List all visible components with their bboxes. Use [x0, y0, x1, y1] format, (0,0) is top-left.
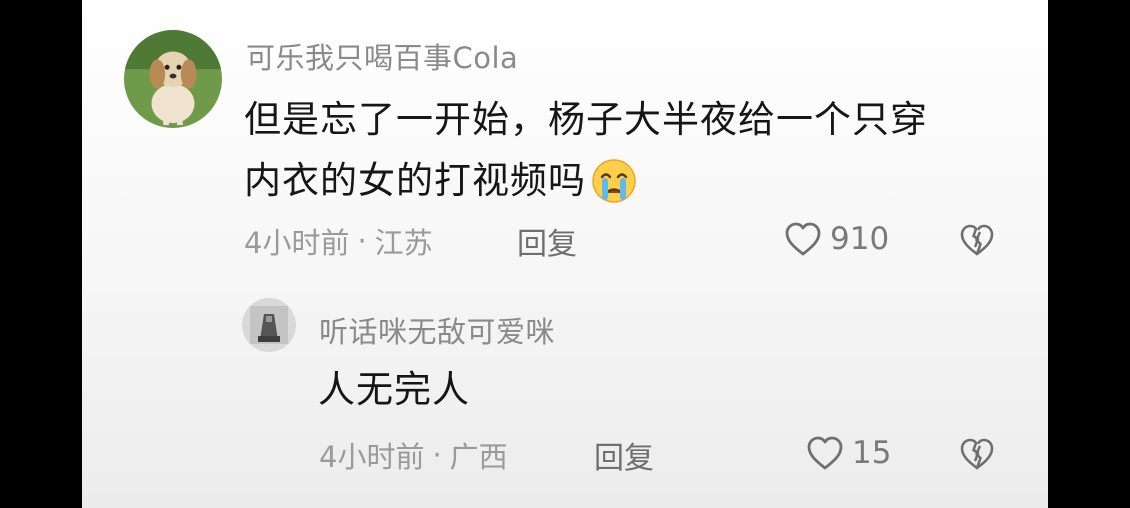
heart-outline-icon	[782, 218, 824, 260]
comment-text-line2-label: 内衣的女的打视频吗	[244, 159, 586, 202]
heart-outline-icon	[804, 432, 846, 474]
reply-avatar-photo	[242, 298, 296, 352]
reply-username[interactable]: 听话咪无敌可爱咪	[319, 309, 555, 351]
reply-like-count: 15	[852, 435, 892, 471]
reply-button[interactable]: 回复	[517, 219, 577, 263]
like-count: 910	[830, 221, 890, 257]
meta-separator: ·	[432, 438, 442, 472]
meta-separator: ·	[357, 224, 367, 258]
reply-meta: 4小时前 · 广西	[319, 434, 508, 476]
comment-meta: 4小时前 · 江苏	[244, 220, 433, 262]
reply-time: 4小时前	[319, 440, 425, 474]
avatar[interactable]	[124, 30, 222, 128]
comment-panel: 可乐我只喝百事Cola 但是忘了一开始，杨子大半夜给一个只穿 内衣的女的打视频吗…	[82, 0, 1048, 508]
reply-reply-button[interactable]: 回复	[594, 433, 654, 477]
comment-text-line1: 但是忘了一开始，杨子大半夜给一个只穿	[244, 98, 928, 141]
dog-photo-avatar	[124, 30, 222, 128]
comment-text-line2: 内衣的女的打视频吗	[244, 151, 638, 211]
broken-heart-icon	[957, 434, 997, 474]
reply-like-button[interactable]: 15	[804, 432, 891, 474]
reply-dislike-button[interactable]	[957, 434, 997, 474]
dislike-button[interactable]	[957, 220, 997, 260]
like-button[interactable]: 910	[782, 218, 889, 260]
comment-time: 4小时前	[244, 226, 350, 260]
reply-avatar[interactable]	[242, 298, 296, 352]
comment-username[interactable]: 可乐我只喝百事Cola	[246, 35, 518, 77]
video-frame: 可乐我只喝百事Cola 但是忘了一开始，杨子大半夜给一个只穿 内衣的女的打视频吗…	[0, 0, 1130, 508]
broken-heart-icon	[957, 220, 997, 260]
reply-location: 广西	[449, 440, 508, 474]
crying-emoji-icon	[590, 157, 638, 205]
comment-location: 江苏	[374, 226, 433, 260]
reply-text: 人无完人	[318, 368, 470, 411]
